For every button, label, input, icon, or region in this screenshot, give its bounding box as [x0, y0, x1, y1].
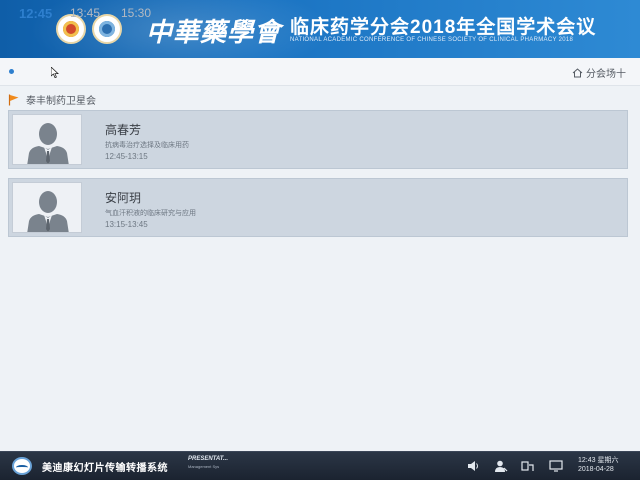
speaker-name: 高春芳: [105, 123, 142, 137]
seal-inner: [99, 21, 115, 37]
system-brand: PRESENTAT... Management Sys: [188, 456, 228, 470]
tab-time-1345[interactable]: 13:45: [70, 6, 100, 20]
talk-time: 13:15-13:45: [105, 220, 148, 229]
user-icon[interactable]: [494, 459, 508, 473]
tab-time-1530[interactable]: 15:30: [121, 6, 151, 20]
talk-card[interactable]: 高春芳 抗病毒治疗选择及临床用药 12:45-13:15: [8, 110, 628, 169]
brand-sub: Management Sys: [188, 464, 220, 469]
logo-wave: [16, 465, 28, 470]
conference-subtitle: NATIONAL ACADEMIC CONFERENCE OF CHINESE …: [290, 37, 574, 43]
speaker-avatar: [12, 114, 82, 165]
network-icon[interactable]: [521, 459, 535, 473]
emblem-inner: [63, 21, 79, 37]
home-icon: [572, 67, 583, 77]
speaker-name: 安阿玥: [105, 191, 142, 205]
session-title: 泰丰制药卫星会: [26, 96, 96, 107]
venue-selector[interactable]: 分会场十: [572, 65, 626, 80]
talk-topic: 抗病毒治疗选择及临床用药: [105, 142, 189, 149]
person-silhouette-icon: [27, 191, 69, 232]
system-logo-icon: [12, 457, 32, 475]
presentation-app: 中華藥學會 临床药学分会2018年全国学术会议 NATIONAL ACADEMI…: [0, 0, 640, 480]
speaker-avatar: [12, 182, 82, 233]
display-icon[interactable]: [549, 459, 563, 473]
person-silhouette-icon: [27, 123, 69, 164]
talk-card[interactable]: 安阿玥 气血汗积液的临床研究与应用 13:15-13:45: [8, 178, 628, 237]
time-tab-bar: [0, 58, 640, 86]
talk-topic: 气血汗积液的临床研究与应用: [105, 210, 196, 217]
conference-title: 临床药学分会2018年全国学术会议: [290, 17, 597, 38]
talk-time: 12:45-13:15: [105, 152, 148, 161]
venue-label: 分会场十: [586, 69, 626, 80]
system-name: 美迪康幻灯片传输转播系统: [42, 463, 168, 474]
speaker-icon[interactable]: [466, 459, 480, 473]
clock-date: 2018-04-28: [578, 466, 614, 473]
active-tab-dot: [9, 69, 14, 74]
tab-time-1245[interactable]: 12:45: [19, 6, 52, 21]
brand-script: 中華藥學會: [146, 18, 282, 48]
session-header: 泰丰制药卫星会: [8, 92, 96, 107]
flag-icon: [8, 94, 19, 105]
mouse-cursor-icon: [51, 67, 59, 78]
clock-time: 12:43 星期六: [578, 457, 619, 464]
brand-name: PRESENTAT...: [188, 456, 229, 462]
